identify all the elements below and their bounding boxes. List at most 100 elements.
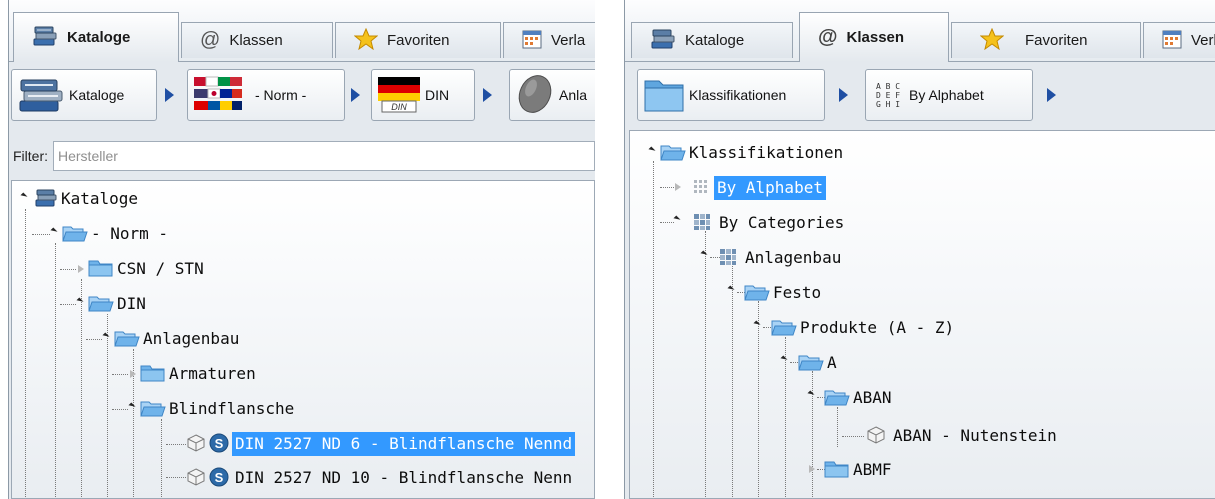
collapse-toggle[interactable] — [102, 332, 110, 340]
tree-item-label: DIN 2527 ND 6 - Blindflansche Nennd — [232, 432, 576, 456]
books-icon — [32, 25, 58, 51]
expand-toggle[interactable] — [130, 370, 136, 378]
tree-item-by-categories[interactable]: By Categories — [692, 207, 847, 239]
books-icon — [650, 28, 676, 54]
alphabet-icon: A B C D E F G H I — [870, 82, 906, 109]
tree-item-by-alphabet[interactable]: By Alphabet — [692, 172, 826, 204]
cube-icon — [186, 433, 206, 456]
tree-item-label: ABAN - Nutenstein — [893, 426, 1057, 445]
breadcrumb: Kataloge - Norm - DIN DIN Anla — [9, 66, 595, 128]
breadcrumb-anlagenbau[interactable]: Anla — [509, 69, 595, 121]
german-flag-icon: DIN — [376, 73, 422, 118]
open-folder-icon — [798, 352, 824, 375]
tree-item-din[interactable]: DIN — [88, 288, 149, 320]
open-folder-icon — [771, 317, 797, 340]
open-folder-icon — [88, 293, 114, 316]
tree-item-label: DIN — [117, 294, 146, 313]
collapse-toggle[interactable] — [753, 320, 761, 328]
grey-disc-icon — [514, 72, 556, 119]
breadcrumb-kataloge[interactable]: Kataloge — [11, 69, 157, 121]
collapse-toggle[interactable] — [76, 297, 84, 305]
breadcrumb-label: By Alphabet — [909, 87, 984, 103]
open-folder-icon — [824, 387, 850, 410]
cube-icon — [866, 425, 886, 448]
collapse-toggle[interactable] — [807, 390, 815, 398]
tree-item-kataloge[interactable]: Kataloge — [34, 183, 141, 215]
tree-item-label: Kataloge — [61, 189, 139, 208]
collapse-toggle[interactable] — [727, 285, 735, 293]
collapse-toggle[interactable] — [780, 355, 788, 363]
tree-item-aban[interactable]: ABAN — [824, 382, 895, 414]
collapse-toggle[interactable] — [700, 250, 708, 258]
open-folder-icon — [140, 398, 166, 421]
star-icon — [979, 27, 1005, 54]
tab-favoriten[interactable]: Favoriten — [951, 22, 1141, 58]
tab-label: Kataloge — [685, 32, 745, 49]
filter-input[interactable] — [53, 141, 595, 171]
collapse-toggle[interactable] — [20, 192, 28, 200]
catalog-tree: Kataloge - Norm - CSN / STN DIN Anlagenb… — [11, 180, 595, 499]
filter-row: Filter: — [9, 138, 595, 174]
tree-item-anlagenbau[interactable]: Anlagenbau — [718, 242, 844, 274]
tree-item-label: By Alphabet — [714, 176, 826, 200]
tab-bar: Kataloge @ Klassen Favoriten Verla — [625, 0, 1215, 62]
tree-item-klassifikationen[interactable]: Klassifikationen — [660, 137, 846, 169]
svg-text:S: S — [215, 470, 224, 485]
at-sign-icon: @ — [200, 29, 221, 51]
tree-item-label: Blindflansche — [169, 399, 295, 418]
tab-klassen[interactable]: @ Klassen — [799, 12, 949, 62]
collapse-toggle[interactable] — [673, 215, 681, 223]
expand-toggle[interactable] — [675, 183, 681, 191]
tree-item-produkte[interactable]: Produkte (A - Z) — [771, 312, 957, 344]
tree-item-label: Armaturen — [169, 364, 256, 383]
tab-klassen[interactable]: @ Klassen — [181, 22, 333, 58]
tree-item-csn-stn[interactable]: CSN / STN — [88, 253, 207, 285]
tree-item-blindflansche[interactable]: Blindflansche — [140, 393, 297, 425]
tab-kataloge[interactable]: Kataloge — [631, 22, 793, 58]
tree-item-aban-nutenstein[interactable]: ABAN - Nutenstein — [866, 420, 1060, 452]
collapse-toggle[interactable] — [128, 402, 136, 410]
tree-item-norm[interactable]: - Norm - — [62, 218, 171, 250]
expand-toggle[interactable] — [809, 465, 815, 473]
tab-kataloge[interactable]: Kataloge — [13, 12, 179, 62]
arrow-right-icon — [483, 88, 492, 102]
dotted-grid-icon — [692, 178, 710, 199]
folder-icon — [140, 363, 166, 386]
tree-item-armaturen[interactable]: Armaturen — [140, 358, 259, 390]
tree-item-anlagenbau[interactable]: Anlagenbau — [114, 323, 242, 355]
left-panel: Kataloge @ Klassen Favoriten Verla Katal… — [8, 0, 595, 499]
tree-item-label: ABAN — [853, 388, 892, 407]
tree-item-din-2527-nd10[interactable]: S DIN 2527 ND 10 - Blindflansche Nenn — [186, 462, 575, 494]
tree-item-abmf[interactable]: ABMF — [824, 454, 895, 486]
categories-icon — [692, 212, 712, 235]
collapse-toggle[interactable] — [648, 146, 656, 154]
tree-item-din-2527-nd6[interactable]: S DIN 2527 ND 6 - Blindflansche Nennd — [186, 428, 576, 460]
tab-label: Klassen — [229, 32, 283, 49]
tree-item-festo[interactable]: Festo — [744, 277, 824, 309]
collapse-toggle[interactable] — [50, 227, 58, 235]
svg-text:DIN: DIN — [391, 102, 407, 112]
at-sign-icon: @ — [818, 26, 838, 48]
tab-label: Favoriten — [1025, 32, 1088, 49]
tree-item-label: By Categories — [719, 213, 845, 232]
breadcrumb-norm[interactable]: - Norm - — [187, 69, 345, 121]
breadcrumb-klassifikationen[interactable]: Klassifikationen — [637, 69, 825, 121]
breadcrumb-by-alphabet[interactable]: A B C D E F G H I By Alphabet — [865, 69, 1033, 121]
s-badge-icon: S — [209, 433, 229, 456]
tab-verlauf[interactable]: Verla — [503, 22, 595, 58]
tab-verlauf[interactable]: Verla — [1143, 22, 1215, 58]
folder-icon — [642, 73, 686, 118]
tab-label: Verla — [1191, 32, 1215, 49]
star-icon — [353, 27, 379, 54]
tab-label: Kataloge — [67, 29, 131, 46]
right-panel: Kataloge @ Klassen Favoriten Verla Klass… — [624, 0, 1215, 499]
breadcrumb-din[interactable]: DIN DIN — [371, 69, 475, 121]
tab-label: Klassen — [846, 29, 905, 46]
breadcrumb-label: Klassifikationen — [689, 87, 787, 103]
tab-favoriten[interactable]: Favoriten — [335, 22, 501, 58]
expand-toggle[interactable] — [78, 265, 84, 273]
folder-icon — [88, 258, 114, 281]
tab-label: Verla — [551, 32, 586, 49]
breadcrumb: Klassifikationen A B C D E F G H I By Al… — [625, 66, 1215, 128]
tree-item-a[interactable]: A — [798, 347, 840, 379]
